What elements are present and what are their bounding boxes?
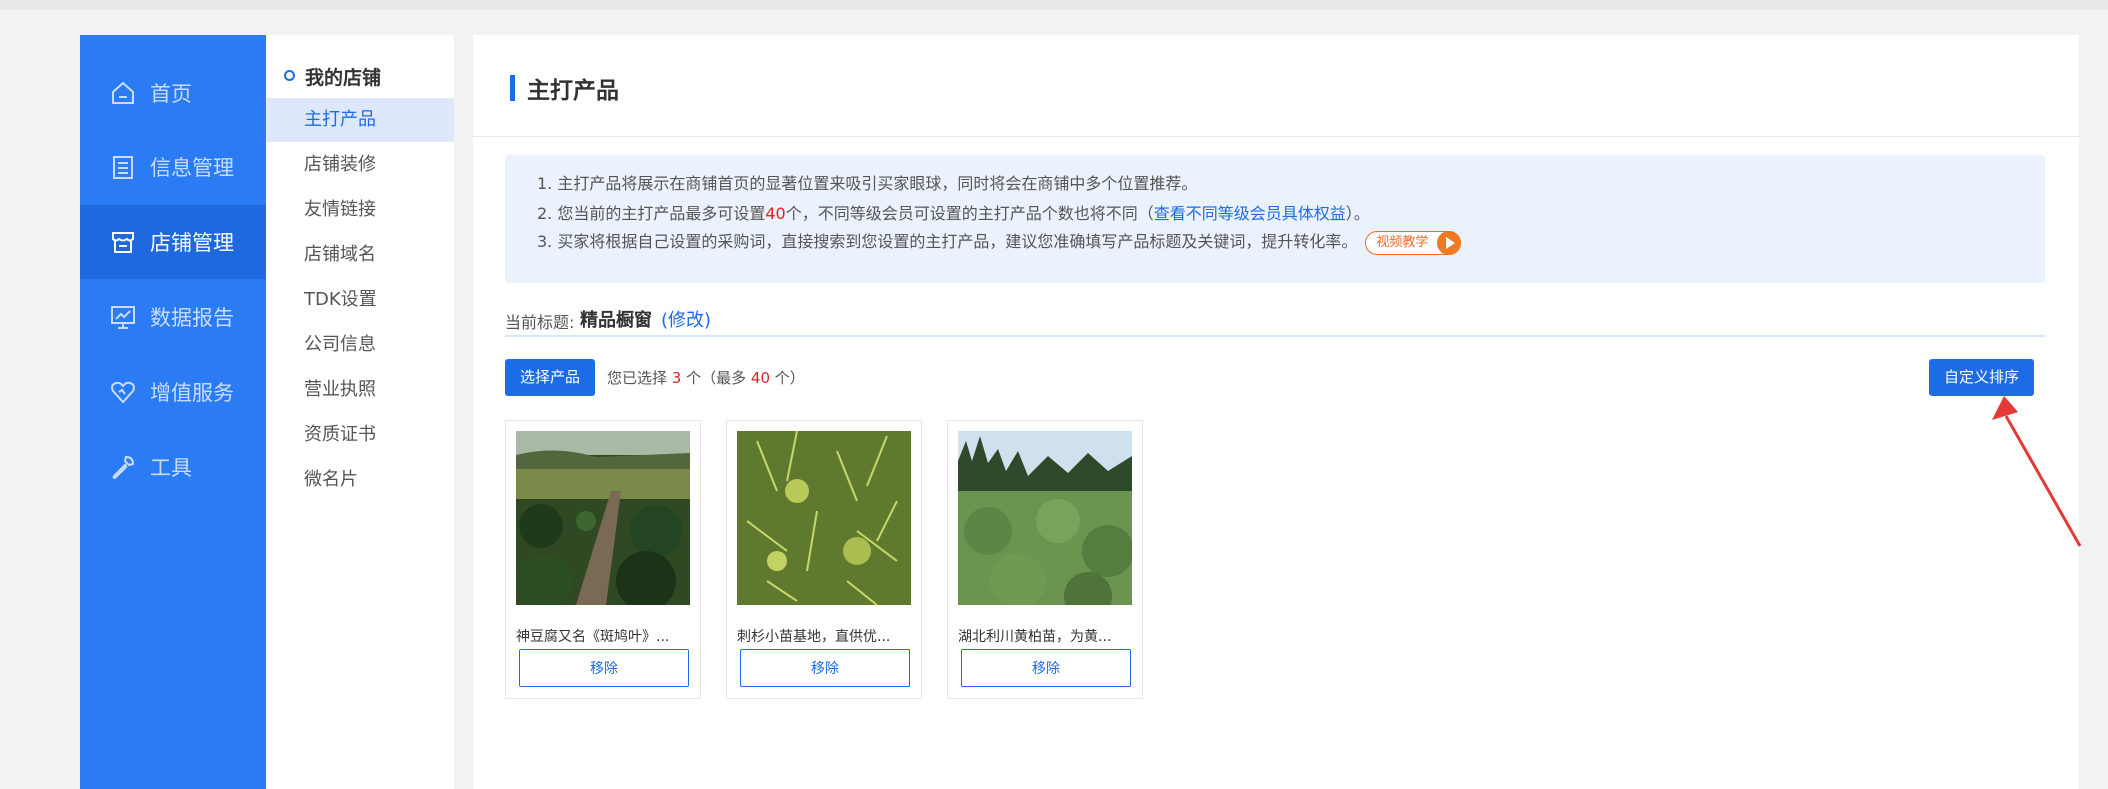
nav-item-info-management[interactable]: 信息管理 <box>80 130 266 204</box>
product-title: 神豆腐又名《斑鸠叶》... <box>516 629 670 645</box>
submenu-item-certificates[interactable]: 资质证书 <box>266 413 454 457</box>
notice-box: 1. 主打产品将展示在商铺首页的显著位置来吸引买家眼球，同时将会在商铺中多个位置… <box>505 155 2045 283</box>
main-sidebar: 首页 信息管理 店铺管理 数据报告 增值服务 工具 <box>80 35 266 789</box>
nav-item-tools[interactable]: 工具 <box>80 430 266 504</box>
submenu-item-friend-links[interactable]: 友情链接 <box>266 188 454 232</box>
product-title: 湖北利川黄柏苗，为黄... <box>958 629 1112 645</box>
product-card: 神豆腐又名《斑鸠叶》... 移除 <box>505 420 701 699</box>
nav-item-store-management[interactable]: 店铺管理 <box>80 205 266 279</box>
select-product-button[interactable]: 选择产品 <box>505 359 595 396</box>
submenu-item-tdk[interactable]: TDK设置 <box>266 278 454 322</box>
submenu-item-micro-card[interactable]: 微名片 <box>266 458 454 502</box>
submenu-heading: 我的店铺 <box>284 63 381 90</box>
top-bar <box>0 0 2108 10</box>
product-card: 湖北利川黄柏苗，为黄... 移除 <box>947 420 1143 699</box>
current-title-label: 当前标题: <box>505 313 575 332</box>
product-title: 刺杉小苗基地，直供优... <box>737 629 891 645</box>
page-title: 主打产品 <box>527 78 619 104</box>
remove-button[interactable]: 移除 <box>961 649 1131 687</box>
nav-item-data-report[interactable]: 数据报告 <box>80 280 266 354</box>
product-image[interactable] <box>958 431 1132 605</box>
notice-line-3: 3. 买家将根据自己设置的采购词，直接搜索到您设置的主打产品，建议您准确填写产品… <box>537 228 1462 255</box>
nav-item-label: 首页 <box>150 82 192 106</box>
document-icon <box>113 156 133 179</box>
store-icon <box>112 232 134 253</box>
store-submenu: 我的店铺 主打产品 店铺装修 友情链接 店铺域名 TDK设置 公司信息 营业执照… <box>266 35 454 789</box>
nav-item-label: 增值服务 <box>150 381 234 405</box>
submenu-item-business-license[interactable]: 营业执照 <box>266 368 454 412</box>
play-icon <box>1437 230 1462 255</box>
current-title-value: 精品橱窗 <box>580 310 652 331</box>
divider <box>505 335 2045 337</box>
max-count: 40 <box>765 204 786 223</box>
nav-item-home[interactable]: 首页 <box>80 56 266 130</box>
member-benefits-link[interactable]: 查看不同等级会员具体权益 <box>1154 204 1346 223</box>
nav-item-label: 工具 <box>150 456 192 480</box>
circle-bullet-icon <box>284 70 295 81</box>
divider <box>473 136 2079 137</box>
home-icon <box>112 81 134 104</box>
main-panel: 主打产品 1. 主打产品将展示在商铺首页的显著位置来吸引买家眼球，同时将会在商铺… <box>473 35 2079 789</box>
nav-item-value-added[interactable]: 增值服务 <box>80 355 266 429</box>
title-accent-bar <box>510 75 515 101</box>
submenu-item-main-products[interactable]: 主打产品 <box>266 98 454 142</box>
nav-item-label: 信息管理 <box>150 156 234 180</box>
remove-button[interactable]: 移除 <box>740 649 910 687</box>
product-image[interactable] <box>737 431 911 605</box>
edit-title-link[interactable]: (修改) <box>661 306 711 332</box>
heart-icon <box>111 381 135 404</box>
annotation-arrow <box>1992 396 2082 547</box>
wrench-icon <box>112 455 135 480</box>
submenu-item-company-info[interactable]: 公司信息 <box>266 323 454 367</box>
product-card: 刺杉小苗基地，直供优... 移除 <box>726 420 922 699</box>
product-image[interactable] <box>516 431 690 605</box>
nav-item-label: 店铺管理 <box>150 231 234 255</box>
nav-item-label: 数据报告 <box>150 306 234 330</box>
submenu-item-domain[interactable]: 店铺域名 <box>266 233 454 277</box>
selection-count: 您已选择 3 个（最多 40 个） <box>607 369 805 387</box>
notice-line-1: 1. 主打产品将展示在商铺首页的显著位置来吸引买家眼球，同时将会在商铺中多个位置… <box>537 174 1198 193</box>
chart-monitor-icon <box>111 306 135 329</box>
notice-line-2: 2. 您当前的主打产品最多可设置40个，不同等级会员可设置的主打产品个数也将不同… <box>537 204 1370 223</box>
remove-button[interactable]: 移除 <box>519 649 689 687</box>
video-tutorial-button[interactable]: 视频教学 <box>1365 230 1462 255</box>
submenu-item-decoration[interactable]: 店铺装修 <box>266 143 454 187</box>
